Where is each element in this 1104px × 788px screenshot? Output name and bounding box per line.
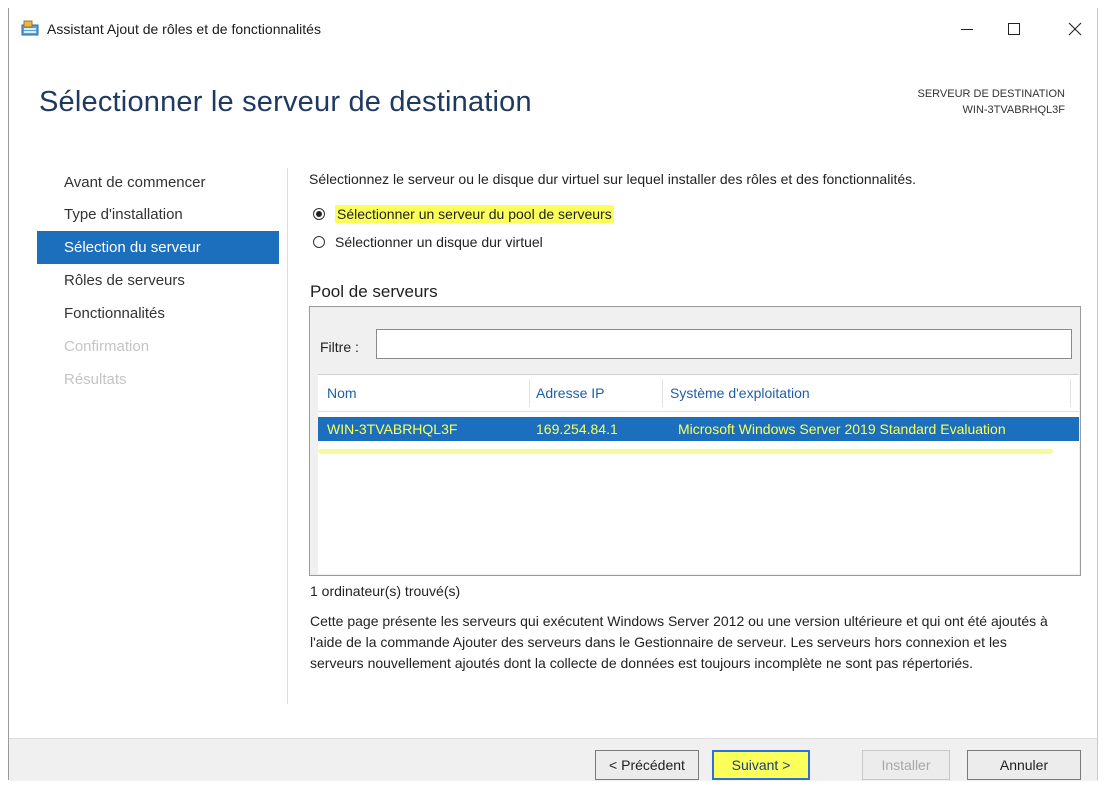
server-manager-icon	[21, 20, 39, 36]
column-separator[interactable]	[1070, 379, 1071, 407]
cancel-button[interactable]: Annuler	[967, 750, 1081, 780]
column-header-ip[interactable]: Adresse IP	[536, 375, 604, 411]
maximize-button[interactable]	[994, 14, 1034, 44]
radio-virtual-disk-label: Sélectionner un disque dur virtuel	[335, 234, 543, 250]
table-row[interactable]: WIN-3TVABRHQL3F 169.254.84.1 Microsoft W…	[318, 417, 1079, 441]
step-resultats: Résultats	[64, 371, 127, 388]
previous-button[interactable]: < Précédent	[595, 750, 699, 780]
instruction-text: Sélectionnez le serveur ou le disque dur…	[309, 171, 917, 187]
description-text: Cette page présente les serveurs qui exé…	[310, 613, 1048, 671]
column-header-name[interactable]: Nom	[327, 375, 357, 411]
cell-ip-address: 169.254.84.1	[536, 421, 618, 437]
close-icon	[1068, 22, 1082, 36]
step-avant-de-commencer[interactable]: Avant de commencer	[37, 166, 279, 199]
maximize-icon	[1008, 23, 1020, 35]
cell-server-name: WIN-3TVABRHQL3F	[327, 421, 458, 437]
wizard-window: Assistant Ajout de rôles et de fonctionn…	[8, 8, 1098, 781]
window-title: Assistant Ajout de rôles et de fonctionn…	[47, 21, 321, 37]
title-bar: Assistant Ajout de rôles et de fonctionn…	[9, 8, 1097, 48]
server-pool-title: Pool de serveurs	[310, 282, 438, 301]
filter-input[interactable]	[376, 329, 1072, 359]
wizard-footer: < Précédent Suivant > Installer Annuler	[9, 738, 1097, 781]
steps-divider	[287, 168, 288, 704]
next-button[interactable]: Suivant >	[712, 750, 810, 780]
step-roles-serveurs[interactable]: Rôles de serveurs	[37, 264, 279, 297]
install-button: Installer	[862, 750, 950, 780]
step-fonctionnalites[interactable]: Fonctionnalités	[37, 297, 279, 330]
radio-server-pool[interactable]: Sélectionner un serveur du pool de serve…	[313, 203, 614, 225]
radio-virtual-disk[interactable]: Sélectionner un disque dur virtuel	[313, 231, 543, 253]
minimize-button[interactable]	[947, 14, 987, 44]
radio-server-pool-label: Sélectionner un serveur du pool de serve…	[335, 205, 614, 223]
found-count: 1 ordinateur(s) trouvé(s)	[310, 583, 461, 599]
server-list-header: Nom Adresse IP Système d'exploitation	[318, 375, 1079, 412]
filter-label: Filtre :	[320, 339, 359, 355]
minimize-icon	[961, 29, 973, 30]
close-button[interactable]	[1055, 14, 1095, 44]
server-list: Nom Adresse IP Système d'exploitation WI…	[318, 374, 1079, 574]
page-title: Sélectionner le serveur de destination	[39, 86, 532, 118]
column-separator[interactable]	[662, 379, 663, 407]
radio-button-unchecked[interactable]	[313, 236, 325, 248]
column-header-os[interactable]: Système d'exploitation	[670, 375, 810, 411]
highlight-marker	[318, 449, 1053, 454]
column-separator[interactable]	[529, 379, 530, 407]
step-selection-serveur[interactable]: Sélection du serveur	[37, 231, 279, 264]
step-type-installation[interactable]: Type d'installation	[37, 198, 279, 231]
destination-server-name: WIN-3TVABRHQL3F	[962, 104, 1065, 116]
cell-operating-system: Microsoft Windows Server 2019 Standard E…	[678, 421, 1006, 437]
step-confirmation: Confirmation	[64, 338, 150, 355]
destination-server-label: SERVEUR DE DESTINATION	[917, 88, 1065, 100]
server-pool-panel: Filtre : Nom Adresse IP Système d'exploi…	[309, 306, 1081, 576]
radio-button-checked[interactable]	[313, 208, 325, 220]
wizard-steps: Avant de commencer Type d'installation S…	[37, 166, 279, 396]
